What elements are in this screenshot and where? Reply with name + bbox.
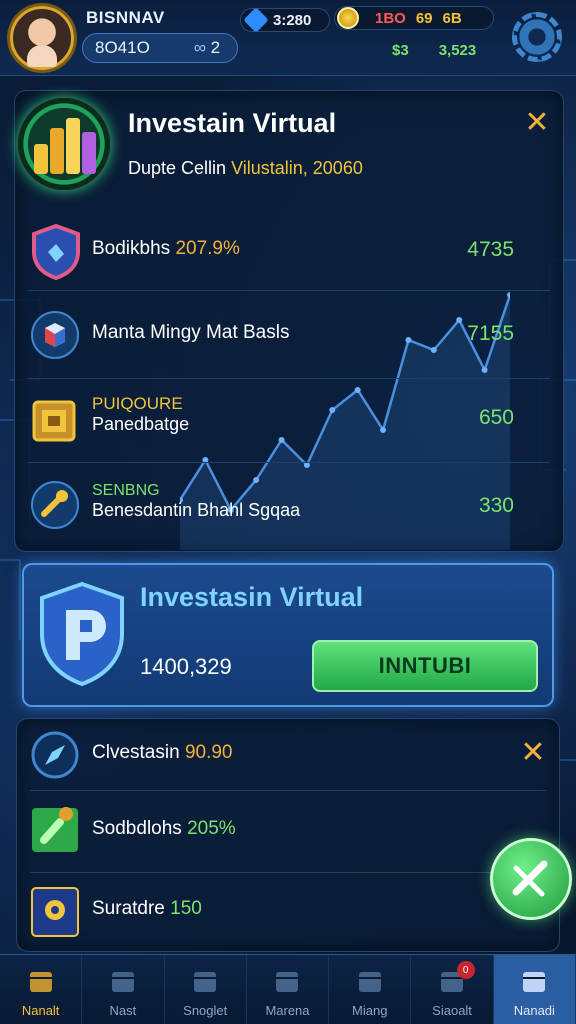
cube-icon xyxy=(31,311,79,359)
nav-label: Nanadi xyxy=(513,1003,555,1018)
row-value: 650 xyxy=(478,406,514,429)
link-icon: ∞ xyxy=(193,38,206,57)
shield-icon xyxy=(32,224,80,280)
chart-point xyxy=(278,437,285,443)
chart-point xyxy=(405,337,412,343)
compass-icon xyxy=(31,731,79,779)
divider xyxy=(30,790,546,791)
divider xyxy=(30,872,546,873)
banner-amount: 1400,329 xyxy=(140,654,232,679)
lower-row-label: Suratdre 150 xyxy=(92,898,202,919)
row-label-top: PUIQOURE xyxy=(92,394,183,413)
nav-label: Nanalt xyxy=(21,1003,60,1018)
row-label: Panedbatge xyxy=(92,414,190,434)
shield-p-icon xyxy=(40,581,124,687)
row-value: 4735 xyxy=(467,238,514,261)
gold-bars-icon xyxy=(34,114,98,174)
divider xyxy=(28,290,550,291)
invest-panel-title: Investain Virtual xyxy=(128,108,337,138)
settings-gear-icon[interactable] xyxy=(512,12,562,62)
nav-item-nast[interactable]: Nast xyxy=(82,955,165,1024)
row-label: Benesdantin Bhahl Sgqaa xyxy=(92,500,301,520)
crate-icon xyxy=(194,972,217,992)
notification-badge: 0 xyxy=(456,961,475,979)
nav-item-marena[interactable]: Marena xyxy=(247,955,330,1024)
tool-icon xyxy=(31,481,79,529)
book-icon xyxy=(31,887,79,937)
chest-icon xyxy=(32,400,76,442)
player-avatar[interactable] xyxy=(10,6,74,70)
banner-title: Investasin Virtual xyxy=(140,582,364,612)
gear-icon xyxy=(111,972,134,992)
tools-icon xyxy=(512,860,548,897)
player-name: BISNNAV xyxy=(86,8,165,27)
invest-button[interactable]: INNTUBI xyxy=(312,640,538,692)
nav-label: Marena xyxy=(265,1003,310,1018)
divider xyxy=(28,378,550,379)
nav-item-siaoalt[interactable]: Siaoalt 0 xyxy=(411,955,494,1024)
chart-point xyxy=(481,367,488,373)
row-value: 7155 xyxy=(467,322,514,345)
bottle-icon xyxy=(32,807,78,852)
chart-point xyxy=(253,477,260,483)
invest-panel-subtitle: Dupte Cellin Vilustalin, 20060 xyxy=(128,158,363,178)
shop-icon xyxy=(358,972,381,992)
lower-row-label: Sodbdlohs 205% xyxy=(92,818,236,839)
row-value: 330 xyxy=(478,494,514,517)
nav-label: Snoglet xyxy=(183,1003,228,1018)
close-icon[interactable]: ✕ xyxy=(522,108,552,138)
player-level: ∞ 2 xyxy=(193,38,221,57)
bottom-nav: Nanalt Nast Snoglet Marena Miang Siaoalt 0 Nana… xyxy=(0,954,576,1024)
nav-label: Siaoalt xyxy=(432,1003,472,1018)
lower-row-label: Clvestasin 90.90 xyxy=(92,742,233,763)
nav-label: Nast xyxy=(109,1003,137,1018)
coin-icon xyxy=(337,7,359,29)
coin-counter[interactable]: 1BO 69 6B xyxy=(334,6,494,30)
search-icon xyxy=(276,972,299,992)
chart-point xyxy=(380,427,387,433)
gem-counter[interactable]: 3:280 xyxy=(240,7,330,33)
player-info-box[interactable]: 8O41O ∞ 2 xyxy=(82,33,238,63)
box-icon xyxy=(29,972,52,992)
house-icon xyxy=(523,972,546,992)
gem-icon xyxy=(243,7,269,33)
close-icon[interactable]: ✕ xyxy=(518,738,548,768)
nav-item-miang[interactable]: Miang xyxy=(329,955,412,1024)
chart-point xyxy=(329,407,336,413)
chart-point xyxy=(430,347,437,353)
row-label-top: SENBNG xyxy=(92,482,160,499)
nav-item-snoglet[interactable]: Snoglet xyxy=(165,955,247,1024)
row-label: Bodikbhs 207.9% xyxy=(92,238,240,259)
nav-label: Miang xyxy=(352,1003,388,1018)
green-counter: $3 3,523 xyxy=(392,41,477,59)
chart-point xyxy=(456,317,463,323)
action-fab-button[interactable] xyxy=(490,838,572,920)
player-id: 8O41O xyxy=(95,38,150,57)
chart-point xyxy=(354,387,361,393)
divider xyxy=(28,462,550,463)
row-label: Manta Mingy Mat Basls xyxy=(92,322,290,343)
top-bar: BISNNAV 8O41O ∞ 2 3:280 1BO 69 6B $3 3,5… xyxy=(0,0,576,76)
nav-item-nanadi[interactable]: Nanadi xyxy=(493,955,576,1024)
nav-item-nanalt[interactable]: Nanalt xyxy=(0,955,83,1024)
chart-point xyxy=(507,292,510,298)
